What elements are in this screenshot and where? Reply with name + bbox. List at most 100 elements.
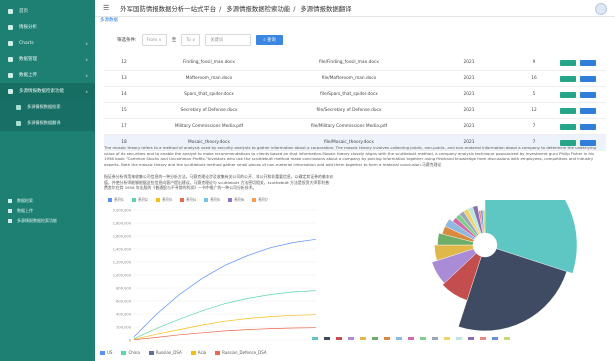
pie-legend-item[interactable] [420,336,427,340]
pie-legend-item[interactable] [312,336,319,340]
sidebar-item-home[interactable]: 首页 [0,3,95,19]
bottom-legend-item[interactable]: Russian_DSA [148,350,182,355]
pie-legend-item[interactable] [324,336,331,340]
sidebar-item-translate[interactable]: 多源情报数据翻译 [0,115,95,131]
pie-legend-item[interactable] [348,336,355,340]
legend-swatch [384,336,390,340]
bottom-legend-item[interactable]: US [100,350,112,355]
delete-button[interactable] [580,59,596,66]
bottom-legend-item[interactable]: Asia [190,350,207,355]
pie-legend-item[interactable] [480,336,487,340]
tab-multi-source[interactable]: 多源数据 [100,17,118,23]
y-tick-label: 800,000 [116,287,132,291]
table-cell-file: Mafteroom_man.docx [185,76,233,81]
pie-legend-item[interactable] [492,336,499,340]
legend-swatch [348,336,354,340]
legend-label: US [107,350,113,355]
sidebar-bottom-item-multi[interactable]: 多源情报数据检索功能 [0,216,95,226]
table-cell-path: file/Secretary of Defense.docx [316,108,382,113]
search-icon: ⌕ [263,37,266,43]
keyword-input[interactable]: 关键词 [205,34,252,46]
query-button[interactable]: ⌕ 查询 [256,35,283,45]
sidebar-item-search[interactable]: 多源情报数据检索 [0,99,95,115]
translate-button[interactable] [560,75,576,82]
pie-legend-item[interactable] [432,336,439,340]
pie-legend-item[interactable] [408,336,415,340]
table-cell-path: file/Spars_that_spider.docx [320,92,378,97]
sidebar-item-multi-source[interactable]: 多源情报数据检索功能 ∧ [0,83,95,99]
from-select[interactable]: From ∨ [141,34,167,46]
legend-swatch [100,351,105,355]
pie-legend [312,336,612,340]
sidebar-item-analysis[interactable]: 情报分析 [0,19,95,35]
delete-button[interactable] [580,123,596,130]
table-cell-year: 2021 [463,92,475,97]
pie-legend-item[interactable] [444,336,451,340]
bottom-legend: US China Russian_DSA Asia Russian_Defence_DS… [100,350,267,355]
data-icon [8,56,13,62]
table-cell-year: 2021 [463,108,475,113]
table-cell-count: 12 [531,108,537,113]
pie-legend-item[interactable] [504,336,511,340]
pie-legend-item[interactable] [360,336,367,340]
table-row[interactable]: 13 Mafteroom_man.docx file/Mafteroom_man.d… [104,71,606,87]
to-label: 至 [171,38,177,43]
row-actions [560,123,596,130]
pie-legend-item[interactable] [336,336,343,340]
table-cell-count: 5 [532,92,536,97]
upload-icon [8,209,12,213]
legend-swatch [408,336,414,340]
menu-icon[interactable]: ☰ [103,4,109,12]
legend-swatch [372,336,378,340]
legend-swatch [456,336,462,340]
sidebar-item-data-manage[interactable]: 数据管理 ∨ [0,51,95,67]
legend-swatch [121,351,127,355]
translate-button[interactable] [560,123,576,130]
table-cell-count: 16 [531,76,537,81]
bottom-legend-item[interactable]: China [121,350,140,355]
translate-button[interactable] [560,107,576,114]
table-cell-file: Secretary of Defense.docx [180,108,238,113]
legend-swatch [480,336,486,340]
sidebar-bottom-item-upload[interactable]: 数据上传 [0,206,95,216]
doc-icon [16,104,21,110]
legend-label: Russian_Defence_DSA [222,350,267,355]
legend-swatch [360,336,366,340]
delete-button[interactable] [580,75,596,82]
table-row[interactable]: 12 Finding_fossil_man.docx file/Finding_fo… [104,55,606,71]
y-tick-label: 0 [129,339,132,343]
pie-legend-item[interactable] [384,336,391,340]
delete-button[interactable] [580,91,596,98]
sidebar-secondary: 数据检索 数据上传 多源情报数据检索功能 [0,196,95,226]
filter-bar: 筛选条件: From ∨ 至 To ∨ 关键词 ⌕ 查询 [117,34,283,46]
chart-icon [8,40,13,46]
y-tick-label: 1,000,000 [113,274,132,278]
bottom-legend-item[interactable]: Russian_Defence_DSA [215,350,267,355]
legend-swatch [190,351,196,355]
y-tick-label: 1,200,000 [113,261,132,265]
translate-button[interactable] [560,59,576,66]
sidebar-bottom-item-search[interactable]: 数据检索 [0,196,95,206]
row-actions [560,59,596,66]
document-text: The mosaic theory refers to a method of … [104,145,596,167]
legend-swatch [444,336,450,340]
y-tick-label: 1,800,000 [113,222,132,226]
breadcrumb-item[interactable]: 多源情报数据检索功能 [226,5,290,13]
breadcrumb-item[interactable]: 外军国防情报数据分析一站式平台 [120,5,216,13]
pie-legend-item[interactable] [372,336,379,340]
sidebar-item-upload[interactable]: 数据上传 ∨ [0,67,95,83]
pie-legend-item[interactable] [396,336,403,340]
to-select[interactable]: To ∨ [181,34,201,46]
chevron-up-icon: ∧ [85,88,88,94]
pie-legend-item[interactable] [456,336,463,340]
avatar[interactable] [595,3,607,15]
table-row[interactable]: 15 Secretary of Defense.docx file/Secretar… [104,103,606,119]
translate-button[interactable] [560,91,576,98]
delete-button[interactable] [580,107,596,114]
breadcrumb: 外军国防情报数据分析一站式平台 / 多源情报数据检索功能 / 多源情报数据翻译 [120,4,352,13]
legend-label: Asia [197,350,207,355]
table-row[interactable]: 17 Military Commissions Media.pdf file/Mil… [104,119,606,135]
sidebar-item-charts[interactable]: Charts ∨ [0,35,95,51]
table-row[interactable]: 14 Spars_that_spider.docx file/Spars_that_… [104,87,606,103]
pie-legend-item[interactable] [468,336,475,340]
